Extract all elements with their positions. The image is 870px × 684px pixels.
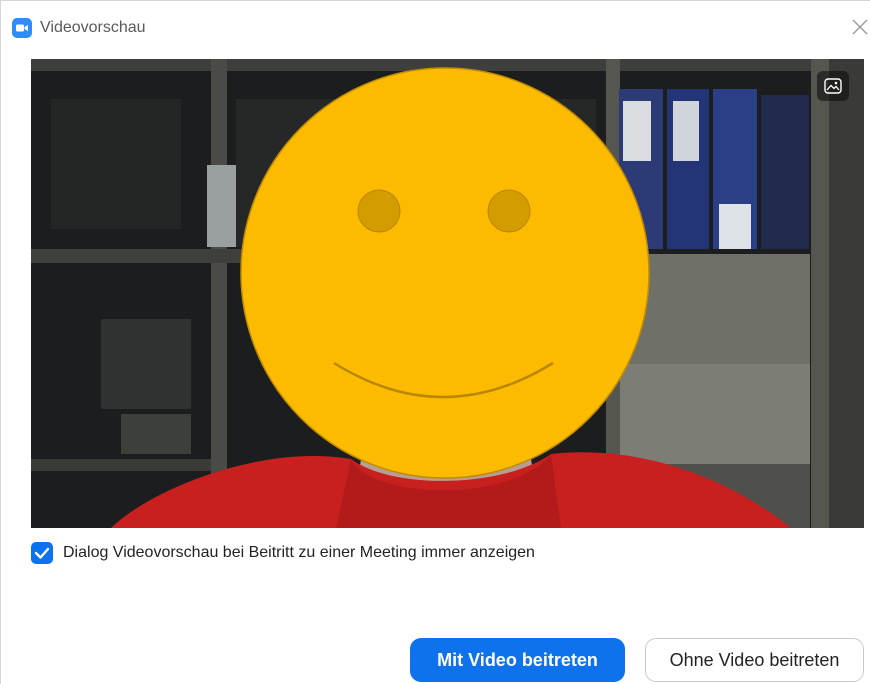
camera-feed (31, 59, 864, 528)
always-show-label[interactable]: Dialog Videovorschau bei Beitritt zu ein… (63, 544, 535, 562)
join-without-video-button[interactable]: Ohne Video beitreten (645, 638, 864, 682)
title-bar: Videovorschau (1, 1, 870, 41)
close-button[interactable] (851, 16, 869, 40)
join-with-video-button[interactable]: Mit Video beitreten (410, 638, 625, 682)
video-preview (31, 59, 864, 528)
smiley-face (240, 67, 650, 479)
image-icon (824, 78, 842, 94)
video-camera-icon (12, 18, 32, 38)
window-title: Videovorschau (40, 19, 146, 36)
always-show-checkbox[interactable] (31, 542, 53, 564)
checkmark-icon (34, 547, 50, 559)
always-show-option: Dialog Videovorschau bei Beitritt zu ein… (31, 541, 535, 565)
close-icon (852, 19, 868, 35)
background-toggle-button[interactable] (817, 71, 849, 101)
video-preview-dialog: Videovorschau Dialog Videovorschau bei B… (0, 0, 870, 684)
